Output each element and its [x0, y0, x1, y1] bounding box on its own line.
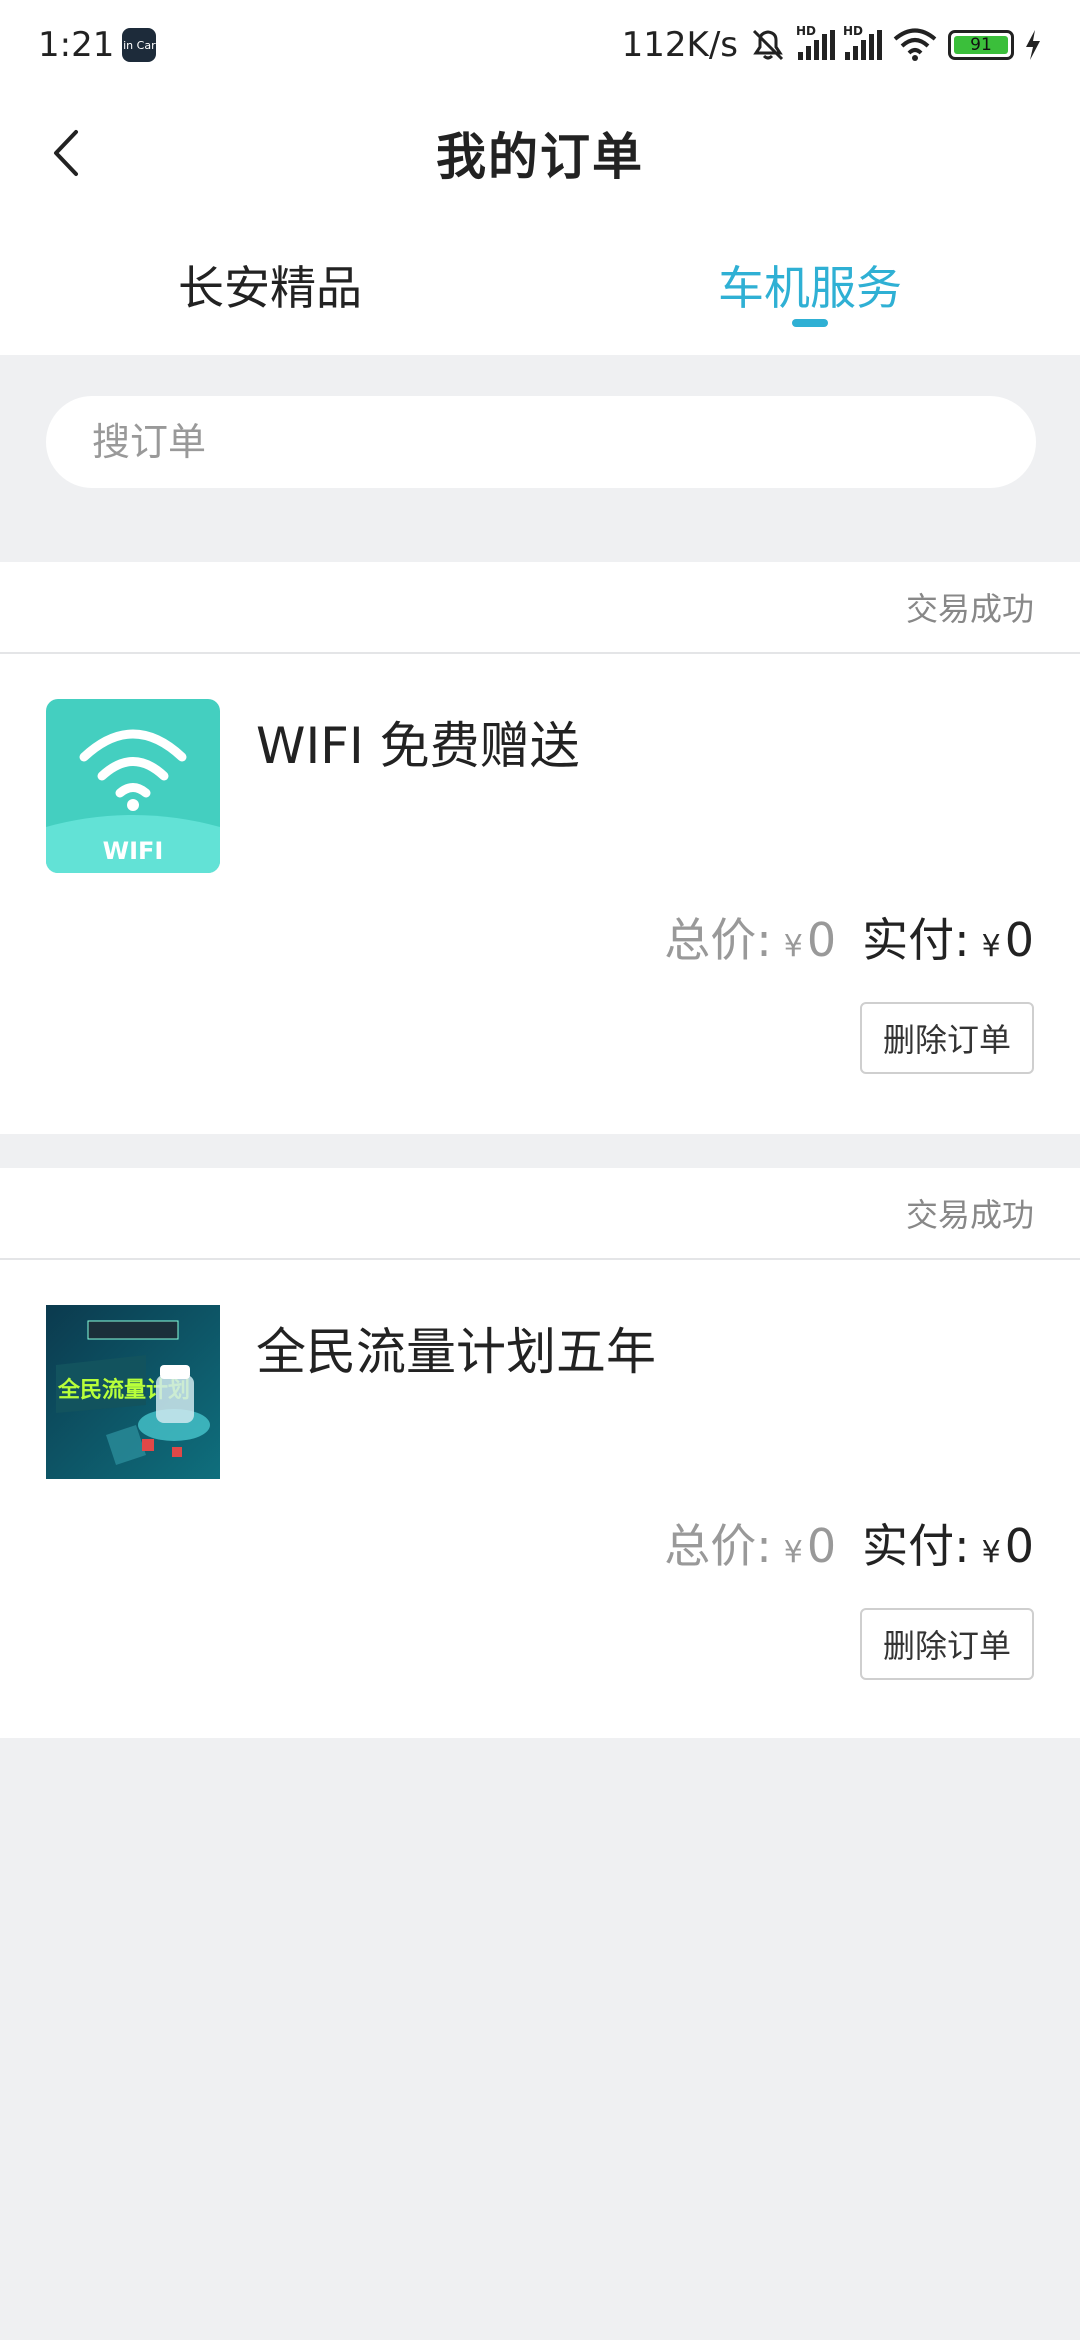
delete-order-button[interactable]: 删除订单	[860, 1608, 1034, 1680]
empty-background	[0, 1738, 1080, 2340]
total-price-label: 总价:	[664, 1519, 772, 1573]
header: 我的订单	[0, 90, 1080, 215]
tab-label: 长安精品	[178, 261, 362, 315]
total-price-label: 总价:	[664, 913, 772, 967]
tab-bar: 长安精品 车机服务	[0, 215, 1080, 355]
order-header: 交易成功	[0, 1168, 1080, 1260]
product-name: 全民流量计划五年	[256, 1323, 656, 1381]
status-right: 112K/s HD HD 91	[621, 24, 1042, 65]
currency-symbol: ¥	[783, 1535, 803, 1570]
back-button[interactable]	[30, 118, 100, 188]
paid-price: 0	[1004, 1519, 1034, 1573]
paid-price-label: 实付:	[862, 1519, 970, 1573]
price-row: 总价: ¥ 0 实付: ¥ 0	[664, 904, 1034, 970]
net-speed: 112K/s	[621, 25, 738, 65]
wifi-product-image: WIFI	[46, 699, 220, 873]
status-time: 1:21	[38, 25, 115, 65]
order-status: 交易成功	[905, 1196, 1034, 1234]
currency-symbol: ¥	[981, 1535, 1001, 1570]
total-price: 0	[806, 1519, 837, 1573]
wifi-icon	[893, 28, 937, 61]
tab-car-services[interactable]: 车机服务	[540, 215, 1080, 355]
active-tab-indicator	[792, 319, 828, 327]
signal-hd-label: HD	[796, 24, 817, 38]
screen: 1:21 in Car 112K/s HD HD 91 我的订单 长安精品 车机…	[0, 0, 1080, 2340]
mute-icon	[752, 29, 784, 61]
signal-strength-icon: HD	[796, 24, 835, 60]
tab-changan-products[interactable]: 长安精品	[0, 215, 540, 355]
battery-level: 91	[954, 35, 1008, 55]
paid-price-label: 实付:	[862, 913, 970, 967]
search-bar[interactable]	[46, 396, 1036, 488]
charging-icon	[1026, 30, 1040, 60]
thumb-label: WIFI	[103, 837, 164, 865]
status-bar: 1:21 in Car 112K/s HD HD 91	[0, 0, 1080, 90]
battery-icon: 91	[948, 30, 1014, 60]
delete-order-button[interactable]: 删除订单	[860, 1002, 1034, 1074]
signal-strength-icon: HD	[843, 24, 882, 60]
order-card: 交易成功 WIFI WIFI 免费赠送 总价: ¥ 0 实付: ¥ 0 删除订单	[0, 562, 1080, 1134]
product-thumbnail: WIFI	[46, 699, 220, 873]
search-area	[0, 355, 1080, 562]
page-title: 我的订单	[436, 127, 644, 186]
order-body[interactable]: WIFI WIFI 免费赠送 总价: ¥ 0 实付: ¥ 0 删除订单	[0, 654, 1080, 1134]
signal-hd-label: HD	[843, 24, 864, 38]
currency-symbol: ¥	[981, 929, 1001, 964]
order-status: 交易成功	[905, 590, 1034, 628]
chevron-left-icon	[54, 130, 78, 176]
search-input[interactable]	[92, 420, 1036, 464]
order-card: 交易成功 全民流量计划 全民流量计划五年 总价: ¥ 0 实付: ¥ 0 删除订…	[0, 1168, 1080, 1740]
product-thumbnail: 全民流量计划	[46, 1305, 220, 1479]
product-name: WIFI 免费赠送	[256, 717, 580, 775]
paid-price: 0	[1004, 913, 1034, 967]
total-price: 0	[806, 913, 837, 967]
tab-label: 车机服务	[718, 261, 902, 315]
order-body[interactable]: 全民流量计划 全民流量计划五年 总价: ¥ 0 实付: ¥ 0 删除订单	[0, 1260, 1080, 1740]
price-row: 总价: ¥ 0 实付: ¥ 0	[664, 1510, 1034, 1576]
data-plan-product-image: 全民流量计划	[46, 1305, 220, 1479]
currency-symbol: ¥	[783, 929, 803, 964]
order-header: 交易成功	[0, 562, 1080, 654]
app-badge-icon: in Car	[122, 28, 157, 62]
